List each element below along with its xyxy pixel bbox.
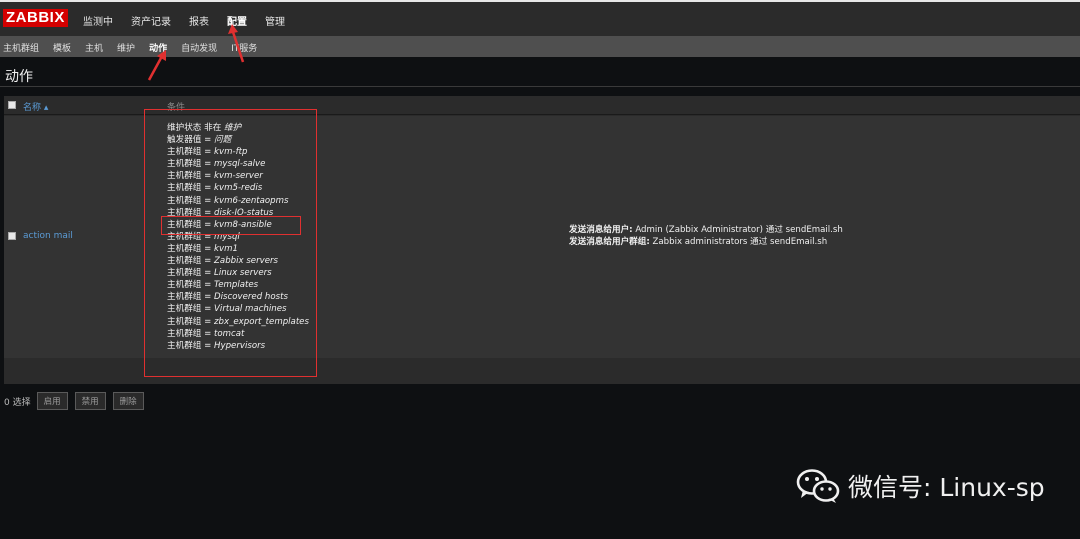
column-header-name[interactable]: 名称 ▴ xyxy=(23,100,48,113)
menu-item-administration[interactable]: 管理 xyxy=(265,13,285,28)
submenu-item-host-groups[interactable]: 主机群组 xyxy=(3,41,39,54)
title-divider xyxy=(0,86,1080,87)
disable-button[interactable]: 禁用 xyxy=(74,392,106,410)
conditions-highlight-box xyxy=(144,109,317,377)
submenu-item-maintenance[interactable]: 维护 xyxy=(117,41,135,54)
kvm8-ansible-highlight-box xyxy=(161,216,301,235)
enable-button[interactable]: 启用 xyxy=(36,392,68,410)
zabbix-logo[interactable]: ZABBIX xyxy=(3,9,68,27)
main-menu: 监测中 资产记录 报表 配置 管理 xyxy=(83,13,303,28)
selected-count: 0 选择 xyxy=(4,397,31,408)
delete-button[interactable]: 删除 xyxy=(112,392,144,410)
submenu-item-hosts[interactable]: 主机 xyxy=(85,41,103,54)
wechat-icon xyxy=(796,469,840,503)
operation-label: 发送消息给用户: xyxy=(569,225,633,235)
menu-item-reports[interactable]: 报表 xyxy=(189,13,209,28)
operation-item: 发送消息给用户: Admin (Zabbix Administrator) 通过… xyxy=(569,224,843,236)
submenu-item-discovery[interactable]: 自动发现 xyxy=(181,41,217,54)
action-name-link[interactable]: action mail xyxy=(23,231,73,241)
menu-item-monitoring[interactable]: 监测中 xyxy=(83,13,113,28)
operation-item: 发送消息给用户群组: Zabbix administrators 通过 send… xyxy=(569,236,843,248)
watermark-text: 微信号: Linux-sp xyxy=(848,473,1045,502)
operation-text: Zabbix administrators 通过 sendEmail.sh xyxy=(652,237,828,247)
page-title: 动作 xyxy=(5,69,33,85)
menu-item-inventory[interactable]: 资产记录 xyxy=(131,13,171,28)
watermark: 微信号: Linux-sp xyxy=(796,468,1045,504)
arrow-to-configuration xyxy=(228,24,245,63)
row-checkbox[interactable] xyxy=(8,232,16,240)
select-all-checkbox[interactable] xyxy=(8,101,16,109)
arrow-to-actions xyxy=(147,50,166,81)
operations-list: 发送消息给用户: Admin (Zabbix Administrator) 通过… xyxy=(569,224,843,248)
operation-label: 发送消息给用户群组: xyxy=(569,237,650,247)
submenu-item-templates[interactable]: 模板 xyxy=(53,41,71,54)
operation-text: Admin (Zabbix Administrator) 通过 sendEmai… xyxy=(635,225,843,235)
top-navigation-bar: ZABBIX 监测中 资产记录 报表 配置 管理 xyxy=(0,0,1080,36)
table-footer: 0 选择 启用 禁用 删除 xyxy=(4,392,151,410)
